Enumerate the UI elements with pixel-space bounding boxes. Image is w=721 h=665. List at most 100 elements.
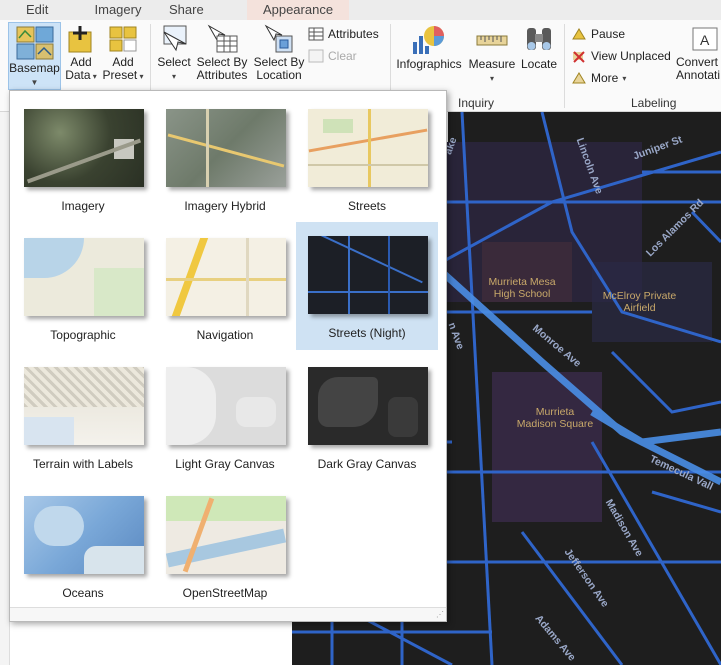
infographics-label: Infographics [396, 57, 462, 71]
svg-text:A: A [700, 32, 710, 48]
chevron-down-icon: ▾ [622, 73, 627, 83]
group-label-labeling: Labeling [631, 96, 677, 110]
select-by-attributes-label-1: Select By [196, 55, 248, 69]
streets-night-thumb [308, 236, 428, 314]
view-unplaced-button[interactable]: View Unplaced [571, 49, 671, 63]
binoculars-icon [527, 28, 551, 50]
imagery-hybrid-thumb [166, 109, 286, 187]
chevron-down-icon: ▼ [30, 78, 39, 87]
infographics-icon [413, 26, 444, 54]
basemap-icon [16, 26, 53, 60]
gallery-item-light-gray-canvas[interactable]: Light Gray Canvas [154, 353, 296, 481]
add-data-label-2: Data [65, 68, 91, 82]
select-by-location-label-2: Location [256, 68, 302, 82]
view-unplaced-label: View Unplaced [591, 49, 671, 63]
pause-icon [572, 28, 586, 40]
attributes-button[interactable]: Attributes [308, 27, 379, 41]
gallery-item-dark-gray-canvas[interactable]: Dark Gray Canvas [296, 353, 438, 481]
attributes-label: Attributes [328, 27, 379, 41]
gallery-item-openstreetmap[interactable]: OpenStreetMap [154, 482, 296, 610]
more-icon [572, 72, 586, 84]
gallery-item-navigation[interactable]: Navigation [154, 224, 296, 352]
terrain-thumb [24, 367, 144, 445]
measure-button[interactable]: Measure ▾ [468, 24, 516, 85]
topographic-thumb [24, 238, 144, 316]
pause-label: Pause [591, 27, 626, 41]
clear-button[interactable]: Clear [308, 49, 357, 63]
tab-appearance[interactable]: Appearance [247, 0, 349, 20]
select-icon [163, 25, 187, 52]
oceans-thumb [24, 496, 144, 574]
ruler-icon [476, 35, 508, 46]
gallery-label: Streets (Night) [328, 326, 406, 340]
basemap-gallery: Imagery Imagery Hybrid Streets Topograph… [9, 90, 447, 622]
gallery-item-streets[interactable]: Streets [296, 95, 438, 223]
gallery-footer: ⋰ [10, 607, 446, 621]
gallery-item-imagery[interactable]: Imagery [12, 95, 154, 223]
group-label-inquiry: Inquiry [458, 96, 495, 110]
imagery-thumb [24, 109, 144, 187]
add-data-label-1: Add [70, 55, 92, 69]
locate-label: Locate [520, 57, 558, 71]
locate-button[interactable]: Locate [518, 24, 560, 71]
chevron-down-icon: ▾ [489, 74, 494, 83]
chevron-down-icon: ▾ [137, 72, 144, 81]
select-label: Select [157, 55, 191, 69]
chevron-down-icon: ▾ [171, 72, 176, 81]
tab-share[interactable]: Share [169, 0, 221, 20]
convert-icon: A [692, 27, 718, 51]
select-by-location-icon [264, 24, 293, 53]
more-button[interactable]: More ▾ [571, 71, 626, 85]
gallery-item-oceans[interactable]: Oceans [12, 482, 154, 610]
gallery-item-imagery-hybrid[interactable]: Imagery Hybrid [154, 95, 296, 223]
gallery-label: Navigation [196, 328, 254, 342]
convert-label-2: Annotati [676, 68, 721, 82]
view-unplaced-icon [573, 51, 585, 63]
light-gray-thumb [166, 367, 286, 445]
add-preset-label-1: Add [112, 55, 134, 69]
pause-button[interactable]: Pause [571, 27, 625, 41]
add-data-icon [68, 26, 92, 53]
infographics-button[interactable]: Infographics [394, 24, 464, 71]
gallery-label: Imagery [61, 199, 105, 213]
gallery-label: Terrain with Labels [32, 457, 134, 471]
select-by-location-label-1: Select By [253, 55, 305, 69]
ribbon-tabs: Edit Imagery Share Appearance [0, 0, 721, 20]
gallery-item-streets-night[interactable]: Streets (Night) [296, 222, 438, 350]
navigation-thumb [166, 238, 286, 316]
gallery-label: Oceans [62, 586, 104, 600]
ribbon-separator [564, 24, 565, 108]
basemap-button[interactable]: Basemap ▼ [8, 22, 61, 90]
gallery-label: Light Gray Canvas [175, 457, 275, 471]
tab-imagery[interactable]: Imagery [73, 0, 169, 20]
add-data-button[interactable]: Add Data ▾ [64, 24, 98, 83]
add-preset-icon [109, 26, 137, 52]
resize-grip-icon[interactable]: ⋰ [436, 610, 444, 619]
tab-edit[interactable]: Edit [0, 0, 73, 20]
gallery-item-topographic[interactable]: Topographic [12, 224, 154, 352]
gallery-label: OpenStreetMap [182, 586, 268, 600]
basemap-label: Basemap [9, 61, 60, 75]
measure-label: Measure [468, 57, 516, 71]
select-by-attributes-icon [207, 24, 238, 53]
add-preset-label-2: Preset [102, 68, 138, 82]
poi-label: McElroy Private Airfield [602, 290, 677, 314]
select-button[interactable]: Select ▾ [154, 24, 194, 83]
select-by-attributes-button[interactable]: Select By Attributes [196, 24, 248, 82]
clear-label: Clear [328, 49, 357, 63]
poi-label: Murrieta Mesa High School [488, 276, 556, 300]
gallery-label: Imagery Hybrid [184, 199, 266, 213]
gallery-label: Streets [347, 199, 386, 213]
table-icon [308, 27, 324, 41]
poi-label: Murrieta Madison Square [516, 406, 594, 430]
add-preset-button[interactable]: Add Preset ▾ [102, 24, 144, 83]
convert-label-1: Convert [676, 55, 719, 69]
more-label: More [591, 71, 619, 85]
gallery-item-terrain-with-labels[interactable]: Terrain with Labels [12, 353, 154, 481]
select-by-attributes-label-2: Attributes [196, 68, 248, 82]
chevron-down-icon: ▾ [90, 72, 97, 81]
select-by-location-button[interactable]: Select By Location [252, 24, 306, 82]
gallery-label: Topographic [50, 328, 116, 342]
dark-gray-thumb [308, 367, 428, 445]
convert-annotation-button[interactable]: A Convert Annotati [676, 24, 721, 82]
